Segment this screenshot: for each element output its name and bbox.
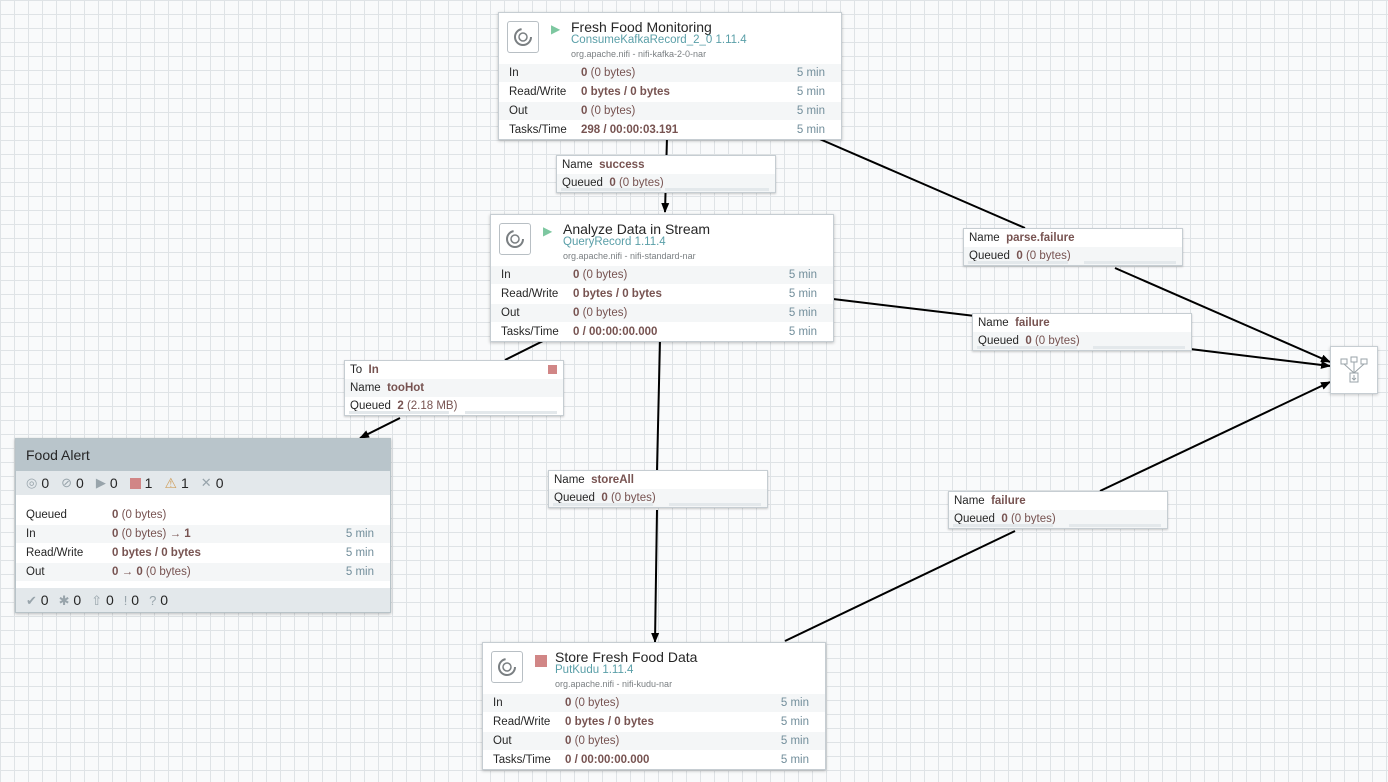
stopped-icon <box>548 365 557 374</box>
invalid-icon: ⚠ <box>164 474 177 491</box>
process-group-food-alert[interactable]: Food Alert ◎ 0 ⊘ 0 ▶ 0 1 ⚠ 1 ✕ 0 Queued 0 (0 b… <box>15 438 391 613</box>
processor-fresh-food-monitoring[interactable]: ▶ Fresh Food Monitoring ConsumeKafkaReco… <box>498 12 842 140</box>
stat-out: Out 0 (0 bytes) 5 min <box>499 101 841 120</box>
connection-parse-failure[interactable]: Name parse.failure Queued 0 (0 bytes) <box>963 228 1183 266</box>
processor-type: QueryRecord 1.11.4 <box>563 236 666 248</box>
stat-in: In 0 (0 bytes) 5 min <box>499 63 841 82</box>
stat-out: Out 0 → 0 (0 bytes) 5 min <box>16 562 390 581</box>
stat-queued: Queued 0 (0 bytes) <box>16 505 390 524</box>
not-transmitting-icon: ⊘ <box>61 475 73 490</box>
funnel[interactable] <box>1330 346 1378 394</box>
up-to-date-icon: ✔ <box>26 592 37 608</box>
stopped-icon <box>535 655 547 667</box>
stale-icon: ⇧ <box>91 592 103 608</box>
stat-read-write: Read/Write 0 bytes / 0 bytes 5 min <box>491 284 833 303</box>
connection-storeall[interactable]: Name storeAll Queued 0 (0 bytes) <box>548 470 768 508</box>
connection-success[interactable]: Name success Queued 0 (0 bytes) <box>556 155 776 193</box>
processor-store-fresh-food-data[interactable]: Store Fresh Food Data PutKudu 1.11.4 org… <box>482 642 826 770</box>
sync-failure-icon: ! <box>123 593 128 608</box>
running-icon: ▶ <box>95 475 106 490</box>
process-group-version-counts: ✔ 0 ✱ 0 ⇧ 0 ! 0 ? 0 <box>16 588 390 612</box>
stat-tasks: Tasks/Time 0 / 00:00:00.000 5 min <box>491 322 833 341</box>
running-icon: ▶ <box>543 224 553 238</box>
stat-in: In 0 (0 bytes) 5 min <box>483 693 825 712</box>
stat-read-write: Read/Write 0 bytes / 0 bytes 5 min <box>16 543 390 562</box>
processor-bundle: org.apache.nifi - nifi-kafka-2-0-nar <box>571 49 707 59</box>
stat-in: In 0 (0 bytes) 5 min <box>491 265 833 284</box>
stat-out: Out 0 (0 bytes) 5 min <box>491 303 833 322</box>
processor-type: ConsumeKafkaRecord_2_0 1.11.4 <box>571 34 747 46</box>
funnel-icon <box>1340 356 1368 383</box>
processor-icon <box>499 223 531 255</box>
processor-name: Fresh Food Monitoring <box>571 19 712 35</box>
processor-bundle: org.apache.nifi - nifi-standard-nar <box>563 251 696 261</box>
connection-failure-2[interactable]: Name failure Queued 0 (0 bytes) <box>948 491 1168 529</box>
unknown-icon: ? <box>149 593 157 608</box>
process-group-counts: ◎ 0 ⊘ 0 ▶ 0 1 ⚠ 1 ✕ 0 <box>16 471 390 495</box>
disabled-icon: ✕ <box>200 475 212 490</box>
processor-icon <box>491 651 523 683</box>
process-group-name: Food Alert <box>16 439 390 471</box>
processor-name: Analyze Data in Stream <box>563 221 711 237</box>
running-icon: ▶ <box>551 22 561 36</box>
connection-failure-1[interactable]: Name failure Queued 0 (0 bytes) <box>972 313 1192 351</box>
processor-icon <box>507 21 539 53</box>
connection-toohot[interactable]: To In Name tooHot Queued 2 (2.18 MB) <box>344 360 564 416</box>
stat-tasks: Tasks/Time 298 / 00:00:03.191 5 min <box>499 120 841 139</box>
locally-modified-icon: ✱ <box>58 592 70 608</box>
transmitting-icon: ◎ <box>26 475 38 490</box>
stat-in: In 0 (0 bytes) → 15 min <box>16 524 390 543</box>
processor-name: Store Fresh Food Data <box>555 649 698 665</box>
processor-type: PutKudu 1.11.4 <box>555 664 634 676</box>
processor-analyze-data-in-stream[interactable]: ▶ Analyze Data in Stream QueryRecord 1.1… <box>490 214 834 342</box>
stopped-icon <box>129 477 141 489</box>
stat-out: Out 0 (0 bytes) 5 min <box>483 731 825 750</box>
stat-tasks: Tasks/Time 0 / 00:00:00.000 5 min <box>483 750 825 769</box>
stat-read-write: Read/Write 0 bytes / 0 bytes 5 min <box>499 82 841 101</box>
processor-bundle: org.apache.nifi - nifi-kudu-nar <box>555 679 673 689</box>
stat-read-write: Read/Write 0 bytes / 0 bytes 5 min <box>483 712 825 731</box>
